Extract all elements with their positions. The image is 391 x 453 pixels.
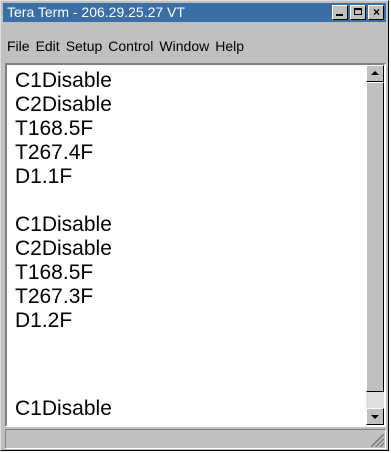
arrow-up-icon (371, 71, 379, 75)
close-icon: × (372, 5, 380, 19)
terminal-line: D1.2F (15, 309, 73, 332)
terminal-line: C2Disable (15, 237, 112, 260)
close-button[interactable]: × (368, 5, 384, 20)
window-title: Tera Term - 206.29.25.27 VT (7, 4, 185, 20)
terminal-line: T267.4F (15, 141, 94, 164)
terminal-line: T267.3F (15, 285, 94, 308)
arrow-down-icon (371, 415, 379, 419)
window-controls: × (332, 5, 384, 20)
terminal-line: C1Disable (15, 397, 112, 420)
resize-grip-icon[interactable] (371, 434, 384, 447)
menu-help[interactable]: Help (211, 34, 246, 58)
terminal-line: C2Disable (15, 93, 112, 116)
menu-edit[interactable]: Edit (32, 34, 62, 58)
terminal-line: D1.1F (15, 165, 73, 188)
menu-window[interactable]: Window (155, 34, 211, 58)
terminal-screen[interactable]: C1Disable C2Disable T168.5F T267.4F D1.1… (7, 65, 366, 425)
menu-control[interactable]: Control (104, 34, 155, 58)
vertical-scrollbar[interactable] (366, 65, 384, 425)
menu-bar: File Edit Setup Control Window Help (3, 34, 386, 58)
maximize-button[interactable] (350, 5, 366, 20)
title-bar[interactable]: Tera Term - 206.29.25.27 VT × (3, 3, 386, 22)
terminal-frame: C1Disable C2Disable T168.5F T267.4F D1.1… (5, 63, 386, 427)
scrollbar-thumb[interactable] (366, 82, 384, 392)
terminal-line: C1Disable (15, 69, 112, 92)
status-bar (5, 429, 386, 449)
maximize-icon (354, 8, 362, 15)
menu-setup[interactable]: Setup (62, 34, 105, 58)
scroll-up-button[interactable] (366, 65, 384, 82)
terminal-line: T168.5F (15, 117, 94, 140)
terminal-line: C1Disable (15, 213, 112, 236)
scroll-down-button[interactable] (366, 408, 384, 425)
menu-file[interactable]: File (3, 34, 32, 58)
minimize-icon (336, 14, 343, 16)
tera-term-window: Tera Term - 206.29.25.27 VT × File Edit … (0, 0, 389, 451)
minimize-button[interactable] (332, 5, 348, 20)
terminal-line: T168.5F (15, 261, 94, 284)
